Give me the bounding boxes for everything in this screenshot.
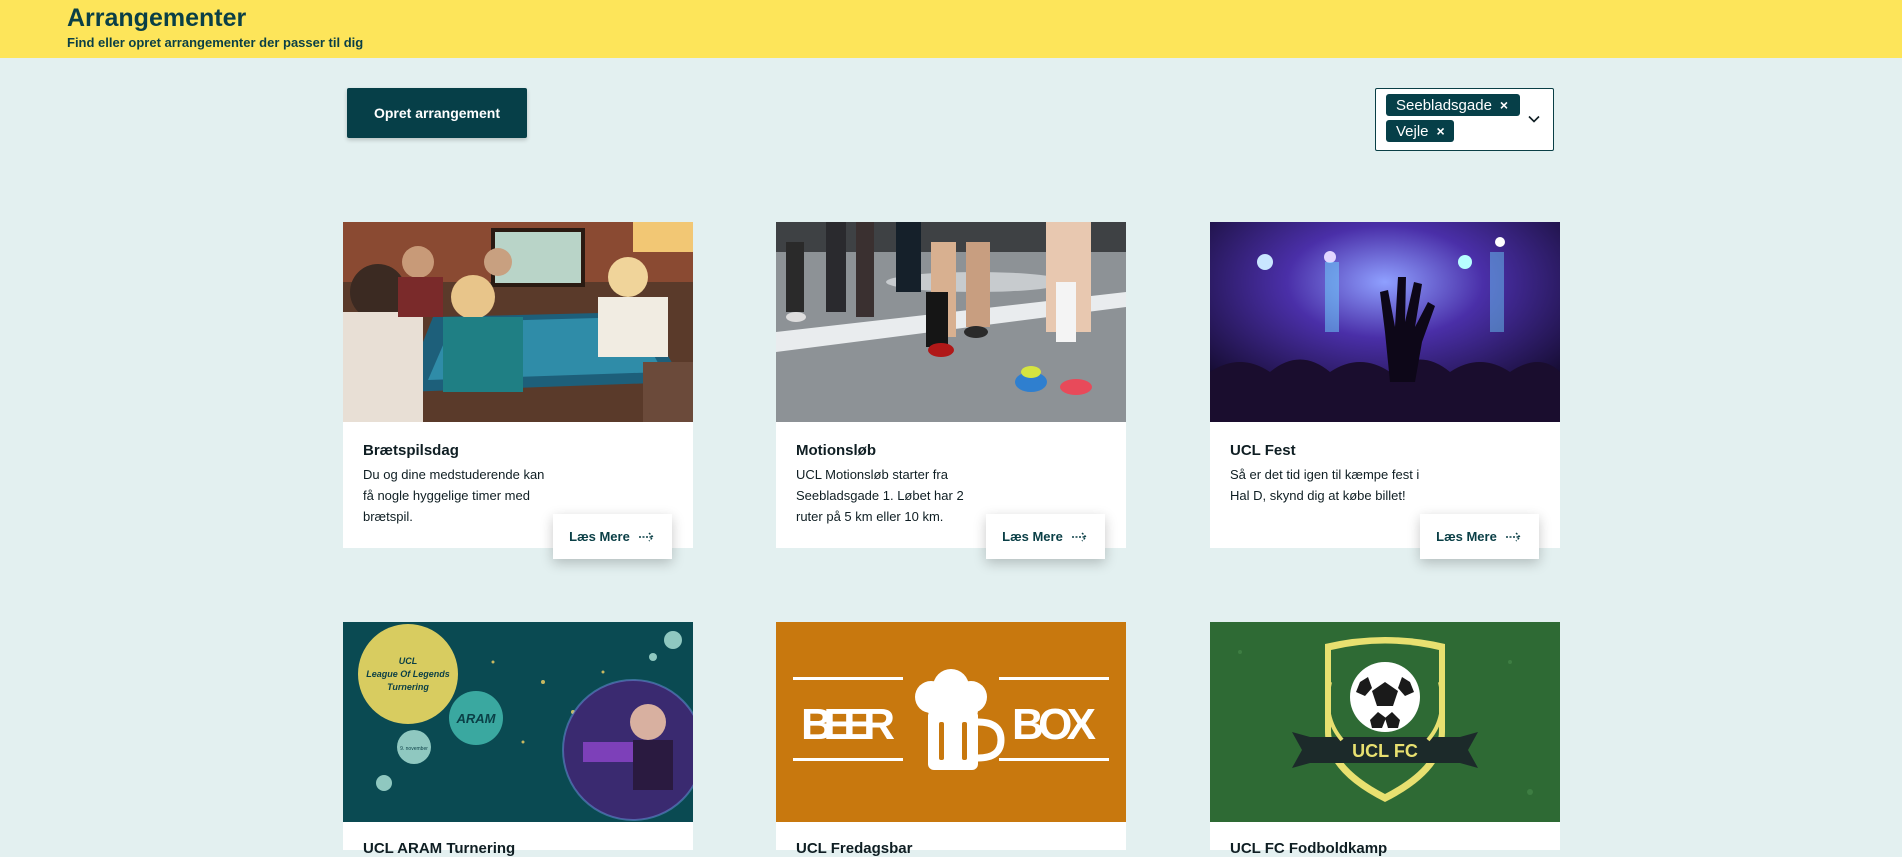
- read-more-label: Læs Mere: [569, 529, 630, 544]
- filter-tag-label: Seebladsgade: [1396, 96, 1492, 114]
- event-title: Motionsløb: [796, 442, 876, 459]
- read-more-button[interactable]: Læs Mere: [986, 514, 1105, 559]
- read-more-button[interactable]: Læs Mere: [1420, 514, 1539, 559]
- page-subtitle: Find eller opret arrangementer der passe…: [67, 35, 364, 50]
- location-filter[interactable]: Seebladsgade × Vejle ×: [1375, 88, 1554, 151]
- board-game-image: [343, 222, 693, 422]
- event-description: Så er det tid igen til kæmpe fest i Hal …: [1230, 467, 1420, 503]
- aram-date-text: 9. november: [400, 746, 428, 752]
- page-title: Arrangementer: [67, 4, 247, 32]
- create-event-button[interactable]: Opret arrangement: [347, 88, 527, 138]
- aram-banner-line2: League Of Legends: [366, 669, 450, 679]
- read-more-label: Læs Mere: [1436, 529, 1497, 544]
- aram-banner-line1: UCL: [399, 656, 418, 666]
- event-card[interactable]: UCL League Of Legends Turnering ARAM 9. …: [343, 622, 693, 857]
- filter-tag-label: Vejle: [1396, 122, 1429, 140]
- arrow-right-icon: [1071, 532, 1087, 541]
- arrow-right-icon: [1505, 532, 1521, 541]
- aram-banner-line3: Turnering: [387, 682, 429, 692]
- event-card[interactable]: UCL Fest Så er det tid igen til kæmpe fe…: [1210, 222, 1560, 559]
- beer-banner-left: BEER: [801, 700, 895, 749]
- remove-tag-icon[interactable]: ×: [1437, 123, 1445, 139]
- event-description: Du og dine medstuderende kan få nogle hy…: [363, 467, 545, 524]
- concert-image: [1210, 222, 1560, 422]
- beer-box-image: BEER BOX: [776, 622, 1126, 822]
- chevron-down-icon[interactable]: [1527, 112, 1541, 126]
- event-card[interactable]: BEER BOX UCL Fredagsbar: [776, 622, 1126, 857]
- filter-tag-vejle: Vejle ×: [1386, 120, 1454, 142]
- event-card[interactable]: UCL FC UCL FC Fodboldkamp: [1210, 622, 1560, 857]
- remove-tag-icon[interactable]: ×: [1500, 97, 1508, 113]
- event-card[interactable]: Motionsløb UCL Motionsløb starter fra Se…: [776, 222, 1126, 559]
- event-title: Brætspilsdag: [363, 442, 459, 459]
- arrow-right-icon: [638, 532, 654, 541]
- event-title: UCL Fest: [1230, 442, 1296, 459]
- beer-banner-right: BOX: [1012, 700, 1096, 749]
- event-title: UCL Fredagsbar: [796, 840, 913, 857]
- event-title: UCL FC Fodboldkamp: [1230, 840, 1388, 857]
- page-header: Arrangementer Find eller opret arrangeme…: [0, 0, 1902, 58]
- ucl-fc-image: UCL FC: [1210, 622, 1560, 822]
- event-title: UCL ARAM Turnering: [363, 840, 516, 857]
- aram-bubble-text: ARAM: [456, 711, 497, 726]
- read-more-button[interactable]: Læs Mere: [553, 514, 672, 559]
- event-description: UCL Motionsløb starter fra Seebladsgade …: [796, 467, 964, 524]
- filter-tag-seebladsgade: Seebladsgade ×: [1386, 94, 1520, 116]
- aram-tournament-image: UCL League Of Legends Turnering ARAM 9. …: [343, 622, 693, 822]
- event-card[interactable]: Brætspilsdag Du og dine medstuderende ka…: [343, 222, 693, 559]
- read-more-label: Læs Mere: [1002, 529, 1063, 544]
- ucl-fc-badge-text: UCL FC: [1352, 741, 1418, 761]
- runners-image: [776, 222, 1126, 422]
